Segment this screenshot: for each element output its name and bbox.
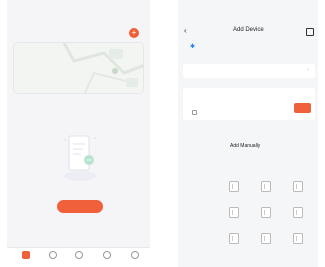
status-bar [178, 0, 318, 11]
plus-icon: + [131, 28, 137, 37]
mall-icon [75, 251, 83, 259]
empty-state-illustration [64, 135, 96, 181]
switch-icon [229, 181, 239, 192]
nav-home[interactable] [16, 251, 36, 260]
device-tile[interactable] [222, 181, 246, 193]
discovering-card [183, 88, 315, 120]
device-tile[interactable] [286, 181, 310, 193]
device-tile[interactable] [254, 233, 278, 245]
add-device-button[interactable] [57, 200, 103, 213]
set-gateway-row[interactable]: › [183, 64, 315, 78]
home-icon [22, 251, 30, 259]
switch-icon [229, 207, 239, 218]
status-bar [7, 0, 150, 11]
switch-icon [293, 233, 303, 244]
bluetooth-icon: ✱ [190, 44, 196, 50]
nav-ai[interactable] [97, 251, 117, 260]
nav-me[interactable] [125, 251, 145, 260]
scan-icon[interactable] [306, 28, 314, 36]
device-tile[interactable] [222, 233, 246, 245]
device-tile[interactable] [286, 233, 310, 245]
device-checkbox[interactable] [192, 110, 197, 115]
smart-icon [49, 251, 57, 259]
page-title: Add Device [233, 27, 264, 33]
switch-icon [261, 181, 271, 192]
nav-mall[interactable] [69, 251, 89, 260]
switch-icon [261, 207, 271, 218]
switch-icon [261, 233, 271, 244]
chevron-right-icon: › [307, 67, 309, 73]
back-icon[interactable]: ‹ [184, 26, 187, 35]
bottom-nav [7, 247, 150, 267]
bluetooth-notice[interactable]: ✱ [190, 40, 315, 56]
map-illustration [14, 43, 143, 93]
home-screen: + [7, 0, 150, 267]
profile-icon [131, 251, 139, 259]
welcome-card [13, 42, 144, 94]
switch-icon [293, 181, 303, 192]
device-tile[interactable] [222, 207, 246, 219]
room-tabs [13, 99, 147, 109]
device-tile[interactable] [254, 181, 278, 193]
add-device-fab[interactable]: + [129, 28, 139, 38]
switch-icon [293, 207, 303, 218]
manual-device-grid [178, 157, 318, 267]
add-button[interactable] [294, 103, 311, 113]
ai-icon [103, 251, 111, 259]
add-device-screen: ‹ Add Device ✱ › Add Manually [178, 0, 318, 267]
nav-smart[interactable] [43, 251, 63, 260]
switch-icon [229, 233, 239, 244]
add-manually-title: Add Manually [230, 143, 261, 149]
device-tile[interactable] [286, 207, 310, 219]
device-tile[interactable] [254, 207, 278, 219]
